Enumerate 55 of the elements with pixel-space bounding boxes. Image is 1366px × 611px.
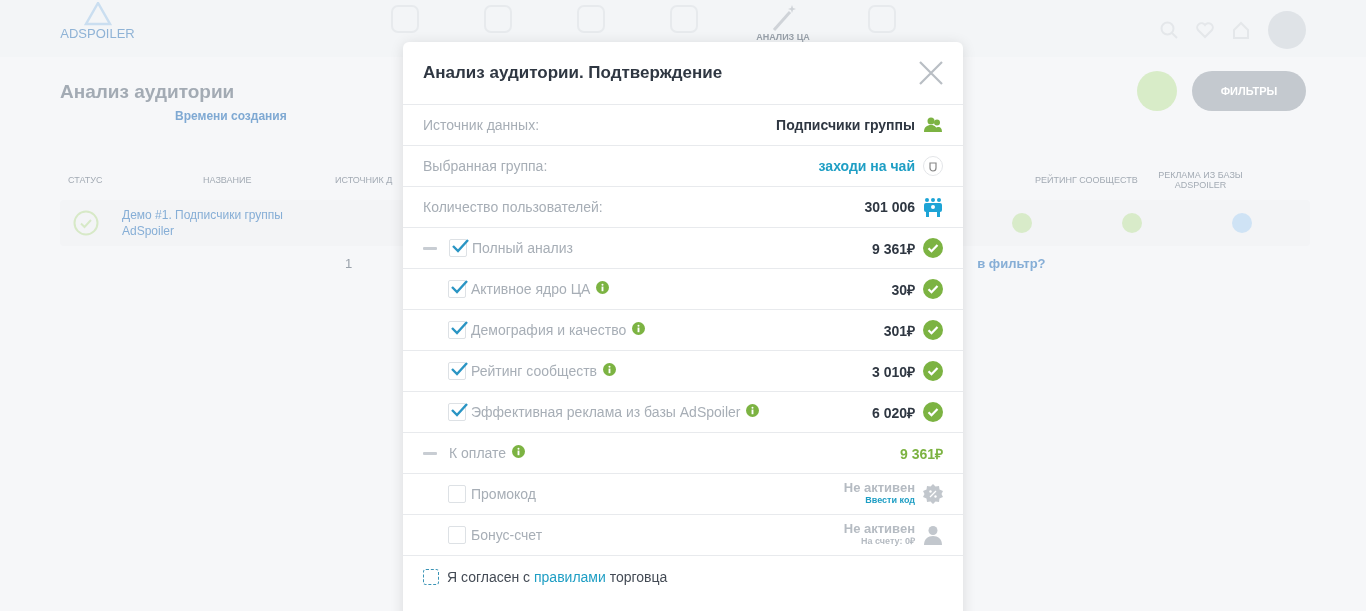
rules-link[interactable]: правилами: [534, 569, 606, 585]
column-header: СТАТУС: [68, 175, 104, 185]
filters-button[interactable]: ФИЛЬТРЫ: [1192, 71, 1306, 111]
page-number[interactable]: 1: [345, 256, 353, 271]
user-icon: [923, 525, 943, 545]
column-header: РЕКЛАМА ИЗ БАЗЫ ADSPOILER: [1157, 170, 1244, 190]
balance-text: На счету: 0₽: [861, 535, 915, 548]
sort-dropdown[interactable]: Времени создания: [175, 109, 287, 123]
service-label: Активное ядро ЦА: [471, 281, 591, 297]
enter-code-link[interactable]: Ввести код: [865, 494, 915, 507]
checkbox[interactable]: [448, 485, 466, 503]
people-icon: [923, 197, 943, 217]
column-header: НАЗВАНИЕ: [203, 175, 253, 185]
service-label: Рейтинг сообществ: [471, 363, 598, 379]
option-label: Промокод: [471, 486, 536, 502]
price: 30₽: [891, 280, 915, 299]
row-name[interactable]: Демо #1. Подписчики группы AdSpoiler: [122, 207, 302, 239]
status-check-icon: [73, 210, 99, 236]
page-title: Анализ аудитории: [60, 81, 236, 103]
discount-badge-icon: [923, 484, 943, 504]
price: 6 020₽: [871, 403, 915, 422]
option-status: Не активен: [843, 522, 915, 535]
price: 301₽: [883, 321, 915, 340]
nav-tab[interactable]: АНАЛИЗ ЦА: [756, 32, 810, 42]
group-avatar-icon: [923, 156, 943, 176]
group-link[interactable]: заходи на чай: [818, 158, 915, 174]
dialog-title: Анализ аудитории. Подтверждение: [423, 63, 723, 83]
service-label: Демография и качество: [471, 322, 627, 338]
checkbox[interactable]: [449, 239, 467, 257]
price: 3 010₽: [871, 362, 915, 381]
field-value: 301 006: [864, 199, 915, 215]
close-button[interactable]: [919, 61, 943, 85]
users-icon: [923, 115, 943, 135]
agreement-text: Я согласен с правилами торговца: [447, 569, 668, 585]
checkbox[interactable]: [448, 321, 466, 339]
service-label: Полный анализ: [472, 240, 573, 256]
column-header: ИСТОЧНИК Д: [335, 175, 394, 185]
checkbox[interactable]: [448, 403, 466, 421]
total-amount: 9 361₽: [899, 444, 943, 463]
agree-checkbox[interactable]: [423, 569, 439, 585]
field-value: Подписчики группы: [776, 117, 915, 133]
checkbox[interactable]: [448, 526, 466, 544]
option-status: Не активен: [843, 481, 915, 494]
option-label: Бонус-счет: [471, 527, 543, 543]
filter-link[interactable]: в фильтр?: [977, 256, 1046, 271]
field-label: Выбранная группа:: [423, 158, 548, 174]
total-label: К оплате: [449, 445, 507, 461]
logo[interactable]: ADSPOILER: [60, 2, 135, 41]
price: 9 361₽: [871, 239, 915, 258]
service-label: Эффективная реклама из базы AdSpoiler: [471, 404, 741, 420]
field-label: Количество пользователей:: [423, 199, 603, 215]
checkbox[interactable]: [448, 280, 466, 298]
field-label: Источник данных:: [423, 117, 540, 133]
checkbox[interactable]: [448, 362, 466, 380]
column-header: РЕЙТИНГ СООБЩЕСТВ: [1035, 175, 1139, 185]
